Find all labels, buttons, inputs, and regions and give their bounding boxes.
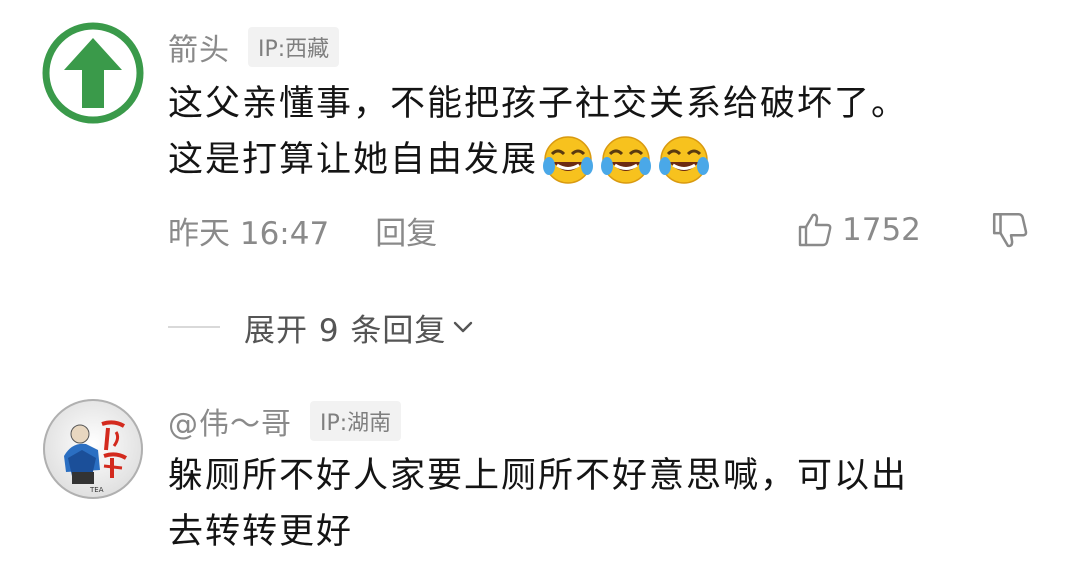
ip-location-badge: IP:西藏 (248, 27, 340, 67)
avatar-caption: TEA (89, 486, 104, 494)
comment-line: 躲厕所不好人家要上厕所不好意思喊，可以出 (168, 456, 909, 496)
thumbs-up-icon (798, 213, 832, 247)
green-up-arrow-icon (42, 22, 144, 124)
username[interactable]: 箭头 (168, 25, 230, 69)
user-avatar-image: TEA (43, 399, 143, 499)
comment-thread: 箭头 IP:西藏 这父亲懂事，不能把孩子社交关系给破坏了。 这是打算让她自由发展 (0, 0, 1080, 575)
emoji-group (542, 134, 716, 186)
ip-location-badge: IP:湖南 (310, 401, 402, 441)
comment-line-with-emoji: 这是打算让她自由发展 (168, 132, 908, 188)
comment-line: 去转转更好 (168, 512, 354, 552)
laughing-crying-emoji-icon (659, 136, 710, 184)
avatar[interactable] (42, 22, 144, 124)
comment-text: 躲厕所不好人家要上厕所不好意思喊，可以出 去转转更好 (168, 448, 908, 560)
thumbs-down-icon[interactable] (990, 210, 1030, 250)
like-button[interactable]: 1752 (796, 206, 921, 254)
comment-line: 这是打算让她自由发展 (168, 140, 539, 180)
laughing-crying-emoji-icon (601, 136, 652, 184)
expand-replies-row: 展开 9 条回复 (168, 304, 476, 350)
chevron-down-icon (454, 321, 473, 333)
comment-text: 这父亲懂事，不能把孩子社交关系给破坏了。 这是打算让她自由发展 (168, 76, 908, 188)
comment-meta: 昨天 16:47 回复 1752 (168, 206, 1038, 254)
expand-replies-button[interactable]: 展开 9 条回复 (244, 305, 476, 350)
laughing-crying-emoji-icon (543, 136, 594, 184)
timestamp: 昨天 16:47 (168, 215, 330, 252)
comment-header: 箭头 IP:西藏 (168, 25, 340, 69)
divider (168, 326, 220, 328)
avatar[interactable]: TEA (42, 398, 144, 500)
username[interactable]: @伟～哥 (168, 399, 292, 443)
comment-header: @伟～哥 IP:湖南 (168, 399, 402, 443)
comment-line: 这父亲懂事，不能把孩子社交关系给破坏了。 (168, 84, 909, 124)
expand-replies-label: 展开 9 条回复 (244, 312, 447, 349)
reply-button[interactable]: 回复 (375, 208, 437, 253)
like-count: 1752 (842, 212, 921, 248)
